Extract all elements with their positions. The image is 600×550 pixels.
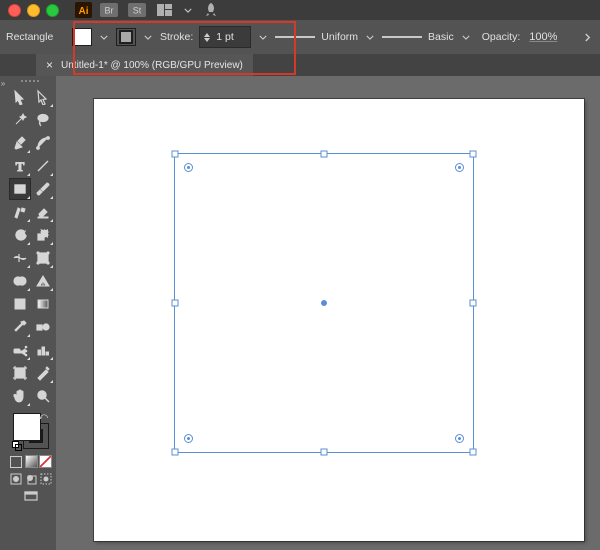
symbol-sprayer-tool[interactable] <box>9 339 31 361</box>
resize-handle-bm[interactable] <box>321 449 328 456</box>
gpu-rocket-icon[interactable] <box>200 2 222 18</box>
fill-proxy[interactable] <box>13 413 41 441</box>
arrange-documents-icon[interactable] <box>154 2 176 18</box>
brush-definition-dropdown[interactable]: Basic <box>382 27 454 47</box>
variable-width-profile-dropdown[interactable]: Uniform <box>275 27 358 47</box>
resize-handle-bl[interactable] <box>172 449 179 456</box>
gradient-mode-button[interactable] <box>24 454 39 469</box>
artboard[interactable] <box>94 99 584 541</box>
blend-tool[interactable] <box>32 316 54 338</box>
arrange-documents-dropdown[interactable] <box>182 1 194 19</box>
draw-inside-button[interactable] <box>38 471 53 486</box>
column-graph-tool[interactable] <box>32 339 54 361</box>
fill-swatch-dropdown[interactable] <box>98 28 110 46</box>
window-minimize-button[interactable] <box>27 4 40 17</box>
hand-tool[interactable] <box>9 385 31 407</box>
live-corner-widget-tl[interactable] <box>184 163 193 172</box>
lasso-tool[interactable] <box>32 109 54 131</box>
free-transform-tool[interactable] <box>32 247 54 269</box>
window-zoom-button[interactable] <box>46 4 59 17</box>
paintbrush-tool[interactable] <box>32 178 54 200</box>
live-corner-widget-tr[interactable] <box>455 163 464 172</box>
resize-handle-tm[interactable] <box>321 151 328 158</box>
line-segment-tool[interactable] <box>32 155 54 177</box>
brush-line-icon <box>382 36 422 38</box>
slice-tool[interactable] <box>32 362 54 384</box>
pen-tool[interactable] <box>9 132 31 154</box>
eraser-tool[interactable] <box>32 201 54 223</box>
rotate-tool[interactable] <box>9 224 31 246</box>
brush-label: Basic <box>428 31 454 43</box>
rectangle-tool[interactable] <box>9 178 31 200</box>
stroke-label: Stroke: <box>160 31 193 43</box>
live-corner-widget-br[interactable] <box>455 434 464 443</box>
selection-center-icon <box>321 300 327 306</box>
selection-tool[interactable] <box>9 86 31 108</box>
window-titlebar: Ai Br St <box>0 0 600 20</box>
fill-stroke-proxy[interactable]: ⤺ <box>11 411 51 451</box>
width-tool[interactable] <box>9 247 31 269</box>
stroke-weight-input[interactable] <box>214 30 246 44</box>
svg-text:Ai: Ai <box>79 6 89 17</box>
perspective-grid-tool[interactable] <box>32 270 54 292</box>
shape-builder-tool[interactable] <box>9 270 31 292</box>
tools-panel: T ⤺ <box>6 76 56 550</box>
canvas-area[interactable] <box>56 76 600 550</box>
screen-mode-button[interactable] <box>9 488 53 503</box>
svg-text:Br: Br <box>105 6 114 16</box>
draw-normal-button[interactable] <box>9 471 24 486</box>
control-bar-more-icon[interactable] <box>580 33 594 42</box>
svg-text:St: St <box>133 6 142 16</box>
tools-panel-gripper[interactable] <box>9 78 53 84</box>
default-fill-stroke-icon[interactable] <box>12 441 22 451</box>
variable-width-profile-caret[interactable] <box>364 28 376 46</box>
shaper-tool[interactable] <box>9 201 31 223</box>
fill-swatch[interactable] <box>72 28 92 46</box>
resize-handle-tl[interactable] <box>172 151 179 158</box>
artboard-tool[interactable] <box>9 362 31 384</box>
type-tool[interactable]: T <box>9 155 31 177</box>
zoom-tool[interactable] <box>32 385 54 407</box>
resize-handle-mr[interactable] <box>470 300 477 307</box>
stroke-swatch-dropdown[interactable] <box>142 28 154 46</box>
gradient-tool[interactable] <box>32 293 54 315</box>
mesh-tool[interactable] <box>9 293 31 315</box>
stroke-weight-field[interactable] <box>199 26 251 48</box>
swap-fill-stroke-icon[interactable]: ⤺ <box>38 411 48 422</box>
opacity-value[interactable]: 100% <box>529 31 557 43</box>
selected-rectangle[interactable] <box>174 153 474 453</box>
curvature-tool[interactable] <box>32 132 54 154</box>
bridge-icon[interactable]: Br <box>98 2 120 18</box>
direct-selection-tool[interactable] <box>32 86 54 108</box>
stroke-swatch[interactable] <box>116 28 136 46</box>
stock-icon[interactable]: St <box>126 2 148 18</box>
brush-definition-caret[interactable] <box>460 28 472 46</box>
stroke-weight-dropdown[interactable] <box>257 28 269 46</box>
document-tab-title: Untitled-1* @ 100% (RGB/GPU Preview) <box>61 60 243 71</box>
document-tab-strip: × Untitled-1* @ 100% (RGB/GPU Preview) <box>0 54 600 76</box>
none-mode-button[interactable] <box>38 454 53 469</box>
window-close-button[interactable] <box>8 4 21 17</box>
eyedropper-tool[interactable] <box>9 316 31 338</box>
resize-handle-br[interactable] <box>470 449 477 456</box>
control-bar: Rectangle Stroke: Uniform Basic Opacity:… <box>0 20 600 54</box>
stroke-weight-stepper[interactable] <box>204 33 210 42</box>
draw-behind-button[interactable] <box>24 471 39 486</box>
app-logo-icon: Ai <box>75 2 92 18</box>
active-tool-label: Rectangle <box>6 31 66 43</box>
scale-tool[interactable] <box>32 224 54 246</box>
resize-handle-tr[interactable] <box>470 151 477 158</box>
magic-wand-tool[interactable] <box>9 109 31 131</box>
opacity-label: Opacity: <box>482 31 521 43</box>
document-tab[interactable]: × Untitled-1* @ 100% (RGB/GPU Preview) <box>36 54 253 76</box>
resize-handle-ml[interactable] <box>172 300 179 307</box>
profile-line-icon <box>275 36 315 38</box>
live-corner-widget-bl[interactable] <box>184 434 193 443</box>
profile-label: Uniform <box>321 31 358 43</box>
svg-text:T: T <box>15 159 24 174</box>
color-mode-button[interactable] <box>9 454 24 469</box>
close-tab-icon[interactable]: × <box>46 59 53 71</box>
